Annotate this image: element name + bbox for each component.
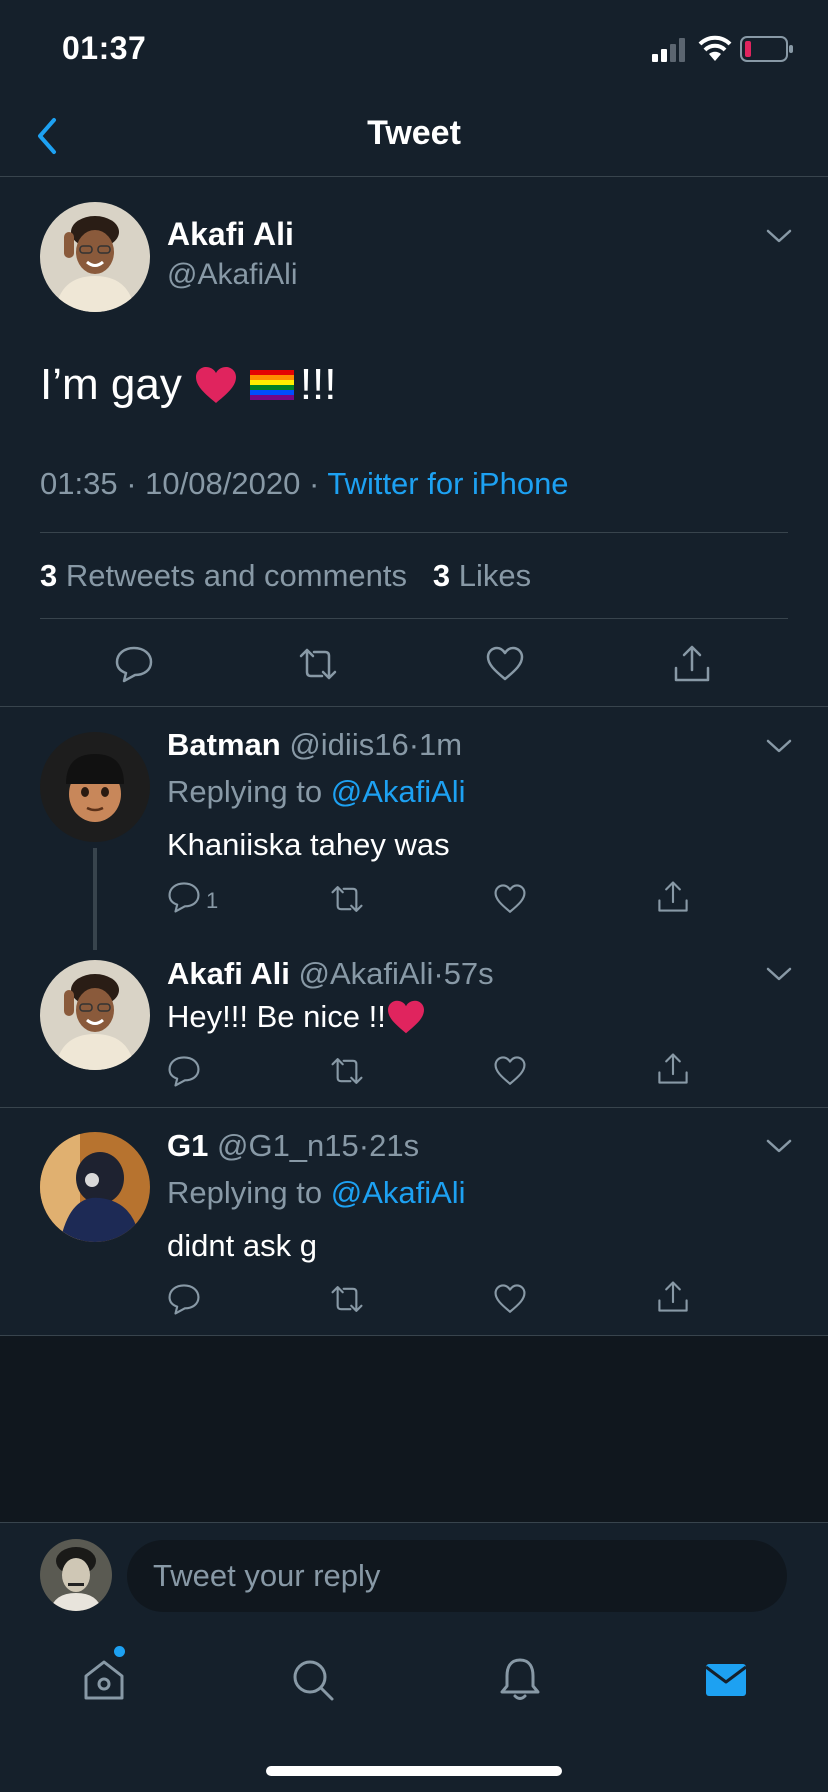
reply-avatar[interactable] xyxy=(40,732,150,842)
reply-author-handle[interactable]: @AkafiAli xyxy=(299,956,434,991)
share-icon[interactable] xyxy=(672,644,712,684)
retweet-icon[interactable] xyxy=(330,1282,364,1316)
page-title: Tweet xyxy=(367,114,461,152)
reply-avatar[interactable] xyxy=(40,1132,150,1242)
reply-author-handle[interactable]: @idiis16 xyxy=(289,727,408,762)
thread-line xyxy=(93,848,97,950)
like-icon[interactable] xyxy=(493,1054,527,1088)
reply-icon[interactable] xyxy=(167,1282,201,1316)
chevron-down-icon[interactable] xyxy=(766,966,792,982)
reply-header: Batman @idiis16·1m xyxy=(167,727,463,762)
replying-to-link[interactable]: @AkafiAli xyxy=(331,1175,466,1210)
messages-envelope-icon[interactable] xyxy=(702,1656,750,1704)
reply-count: 1 xyxy=(206,888,219,913)
replying-to: Replying to @AkafiAli xyxy=(167,1175,466,1210)
reply-age: 57s xyxy=(443,956,494,991)
reply-author-name[interactable]: G1 xyxy=(167,1128,208,1163)
share-icon[interactable] xyxy=(656,1280,690,1314)
like-icon[interactable] xyxy=(493,1282,527,1316)
reply-icon[interactable] xyxy=(114,644,154,684)
divider xyxy=(0,1107,828,1108)
nav-bar: Tweet xyxy=(0,100,828,177)
status-bar: 01:37 xyxy=(0,0,828,100)
tab-bar xyxy=(0,1628,828,1792)
divider xyxy=(40,618,788,619)
tweet-text-words: I’m gay xyxy=(40,360,182,409)
reply-icon[interactable] xyxy=(167,880,201,914)
battery-icon xyxy=(740,36,793,62)
tweet-source-link[interactable]: Twitter for iPhone xyxy=(327,466,568,501)
rainbow-flag-icon xyxy=(249,370,294,400)
tweet-date: 10/08/2020 xyxy=(145,466,301,501)
author-avatar[interactable] xyxy=(40,202,150,312)
retweets-stat[interactable]: 3 Retweets and comments xyxy=(40,558,407,593)
reply-author-name[interactable]: Batman xyxy=(167,727,281,762)
reply-icon[interactable] xyxy=(167,1054,201,1088)
divider xyxy=(0,706,828,707)
search-icon[interactable] xyxy=(289,1656,337,1704)
reply-compose-bar xyxy=(0,1522,828,1628)
chevron-down-icon[interactable] xyxy=(766,228,792,244)
divider xyxy=(40,532,788,533)
retweet-icon[interactable] xyxy=(330,882,364,916)
reply-age: 21s xyxy=(369,1128,420,1163)
reply-header: G1 @G1_n15·21s xyxy=(167,1128,420,1163)
reply-author-handle[interactable]: @G1_n15 xyxy=(217,1128,359,1163)
home-icon[interactable] xyxy=(80,1656,128,1704)
tweet-text-suffix: !!! xyxy=(299,360,337,409)
red-heart-icon xyxy=(387,1000,424,1034)
reply-header: Akafi Ali @AkafiAli·57s xyxy=(167,956,494,991)
share-icon[interactable] xyxy=(656,1052,690,1086)
author-name[interactable]: Akafi Ali xyxy=(167,216,294,253)
author-handle[interactable]: @AkafiAli xyxy=(167,258,298,292)
reply-text: didnt ask g xyxy=(167,1228,317,1263)
empty-area xyxy=(0,1336,828,1522)
like-icon[interactable] xyxy=(493,882,527,916)
replying-to-link[interactable]: @AkafiAli xyxy=(331,774,466,809)
tweet-meta: 01:35 · 10/08/2020 · Twitter for iPhone xyxy=(40,466,569,501)
tweet-stats: 3 Retweets and comments 3 Likes xyxy=(40,558,531,594)
wifi-icon xyxy=(698,35,732,61)
notifications-bell-icon[interactable] xyxy=(496,1656,544,1704)
share-icon[interactable] xyxy=(656,880,690,914)
tweet-time: 01:35 xyxy=(40,466,118,501)
home-indicator xyxy=(266,1766,562,1776)
my-avatar[interactable] xyxy=(40,1539,112,1611)
status-time: 01:37 xyxy=(62,30,147,66)
reply-text: Khaniiska tahey was xyxy=(167,827,450,862)
reply-age: 1m xyxy=(419,727,463,762)
chevron-down-icon[interactable] xyxy=(766,1138,792,1154)
red-heart-icon xyxy=(195,367,236,403)
tweet-text: I’m gay !!! xyxy=(40,360,337,410)
likes-stat[interactable]: 3 Likes xyxy=(433,558,531,593)
signal-icon xyxy=(652,38,685,62)
notification-dot xyxy=(114,1646,125,1657)
retweet-icon[interactable] xyxy=(298,644,338,684)
reply-text: Hey!!! Be nice !! xyxy=(167,999,426,1035)
reply-author-name[interactable]: Akafi Ali xyxy=(167,956,290,991)
like-icon[interactable] xyxy=(485,644,525,684)
chevron-down-icon[interactable] xyxy=(766,738,792,754)
reply-avatar[interactable] xyxy=(40,960,150,1070)
replying-to: Replying to @AkafiAli xyxy=(167,774,466,809)
retweet-icon[interactable] xyxy=(330,1054,364,1088)
reply-input[interactable] xyxy=(127,1540,787,1612)
